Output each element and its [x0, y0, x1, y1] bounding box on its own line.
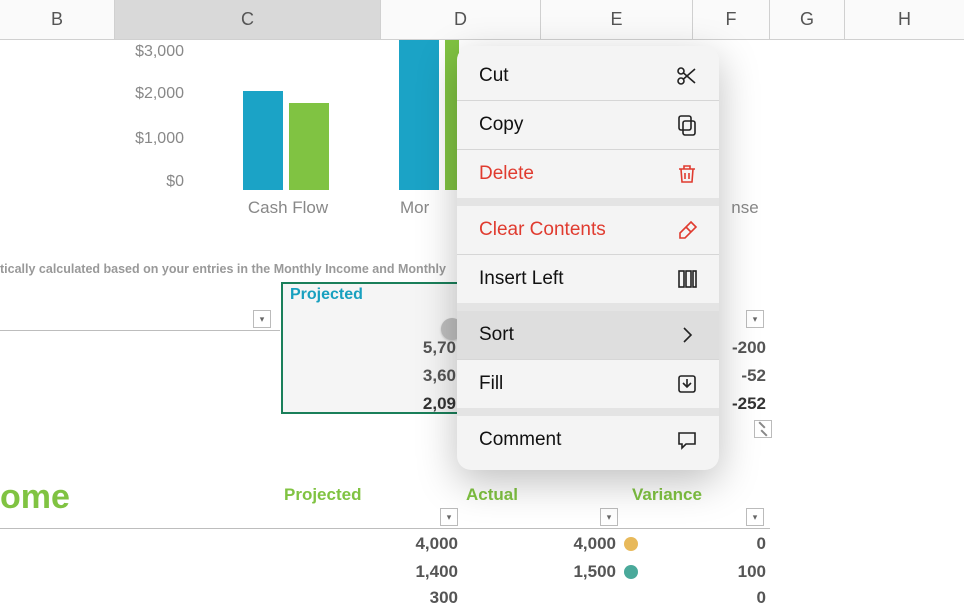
y-tick: $1,000 [135, 130, 184, 148]
bar-actual [289, 103, 329, 190]
cell-projected[interactable]: 3,60 [370, 366, 456, 386]
menu-separator [457, 198, 719, 206]
chevron-right-icon [675, 323, 699, 347]
menu-label: Fill [479, 373, 503, 395]
header-variance: Variance [632, 485, 702, 505]
filter-button[interactable]: ▾ [746, 508, 764, 526]
comment-icon [675, 428, 699, 452]
cell-actual[interactable]: 1,500 [530, 562, 616, 582]
header-projected: Projected [290, 286, 363, 304]
menu-cut[interactable]: Cut [457, 52, 719, 100]
menu-separator [457, 408, 719, 416]
x-label: Mor [400, 198, 460, 218]
cell-variance[interactable]: 100 [680, 562, 766, 582]
expand-handle[interactable] [754, 420, 772, 438]
column-headers: B C D E F G H [0, 0, 964, 40]
filter-button[interactable]: ▾ [600, 508, 618, 526]
cell-actual[interactable]: 4,000 [530, 534, 616, 554]
filter-button[interactable]: ▾ [746, 310, 764, 328]
divider [0, 330, 280, 331]
cell-projected[interactable]: 4,000 [372, 534, 458, 554]
menu-separator [457, 303, 719, 311]
divider [0, 528, 770, 529]
status-dot [624, 537, 638, 551]
context-menu: Cut Copy Delete Clear Contents Insert Le… [457, 46, 719, 470]
menu-insert-left[interactable]: Insert Left [457, 255, 719, 303]
col-head-c[interactable]: C [115, 0, 381, 39]
col-head-g[interactable]: G [770, 0, 845, 39]
cell-projected[interactable]: 1,400 [372, 562, 458, 582]
eraser-icon [675, 218, 699, 242]
trash-icon [675, 162, 699, 186]
y-tick: $3,000 [135, 43, 184, 61]
cell-projected[interactable]: 5,70 [370, 338, 456, 358]
menu-fill[interactable]: Fill [457, 360, 719, 408]
bar-projected [399, 40, 439, 190]
cell-projected[interactable]: 300 [372, 588, 458, 608]
insert-column-icon [675, 267, 699, 291]
filter-button[interactable]: ▾ [440, 508, 458, 526]
helper-note: tically calculated based on your entries… [0, 262, 446, 276]
menu-label: Copy [479, 114, 523, 136]
menu-copy[interactable]: Copy [457, 101, 719, 149]
menu-label: Comment [479, 429, 561, 451]
menu-label: Cut [479, 65, 509, 87]
menu-label: Clear Contents [479, 219, 606, 241]
col-head-f[interactable]: F [693, 0, 770, 39]
header-projected: Projected [284, 485, 361, 505]
col-head-e[interactable]: E [541, 0, 693, 39]
menu-clear-contents[interactable]: Clear Contents [457, 206, 719, 254]
cell-variance[interactable]: 0 [680, 588, 766, 608]
col-head-h[interactable]: H [845, 0, 964, 39]
cell-projected[interactable]: 2,09 [370, 394, 456, 414]
menu-label: Insert Left [479, 268, 564, 290]
scissors-icon [675, 64, 699, 88]
fill-down-icon [675, 372, 699, 396]
header-actual: Actual [466, 485, 518, 505]
copy-icon [675, 113, 699, 137]
col-head-d[interactable]: D [381, 0, 541, 39]
status-dot [624, 565, 638, 579]
col-head-b[interactable]: B [0, 0, 115, 39]
menu-label: Sort [479, 324, 514, 346]
x-label: Cash Flow [228, 198, 348, 218]
menu-comment[interactable]: Comment [457, 416, 719, 464]
y-tick: $0 [166, 173, 184, 191]
section-title-fragment: ome [0, 478, 70, 517]
filter-button[interactable]: ▾ [253, 310, 271, 328]
menu-label: Delete [479, 163, 534, 185]
x-label: nse [720, 198, 770, 218]
cell-variance[interactable]: 0 [680, 534, 766, 554]
y-tick: $2,000 [135, 85, 184, 103]
bar-projected [243, 91, 283, 190]
menu-sort[interactable]: Sort [457, 311, 719, 359]
menu-delete[interactable]: Delete [457, 150, 719, 198]
